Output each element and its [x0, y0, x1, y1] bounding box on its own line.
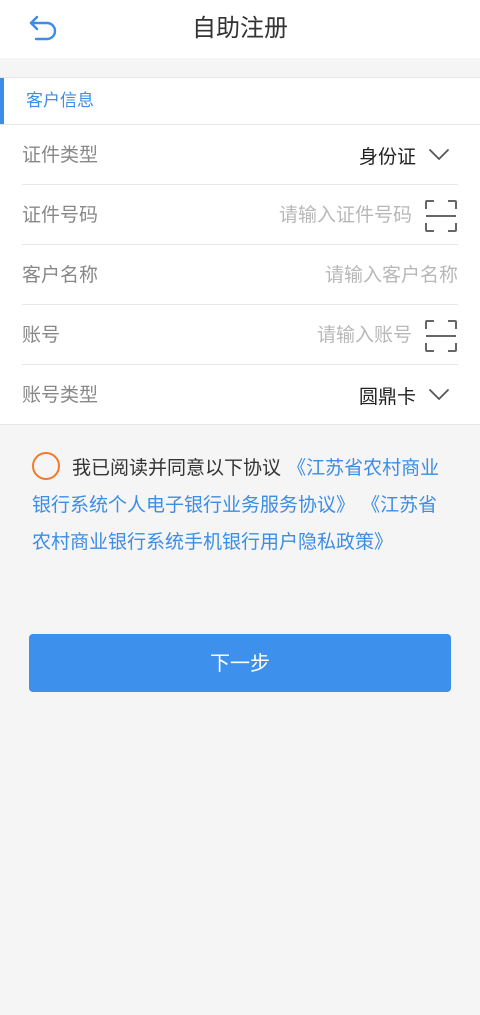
account-type-row[interactable]: 账号类型 圆鼎卡	[22, 365, 458, 425]
id-number-row: 证件号码	[22, 185, 458, 245]
account-type-label: 账号类型	[22, 384, 99, 406]
account-type-select[interactable]: 圆鼎卡	[359, 365, 450, 425]
customer-info-form: 证件类型 身份证 证件号码 客户名称 账号 账号类型 圆鼎卡	[0, 125, 480, 425]
app-header: 自助注册	[0, 0, 480, 58]
chevron-down-icon	[429, 389, 449, 400]
id-type-row[interactable]: 证件类型 身份证	[22, 125, 458, 185]
customer-name-label: 客户名称	[22, 264, 99, 286]
scan-icon[interactable]	[424, 199, 458, 233]
page-title: 自助注册	[192, 14, 288, 42]
section-title: 客户信息	[26, 91, 94, 111]
back-button[interactable]	[24, 10, 64, 46]
account-type-value: 圆鼎卡	[358, 385, 416, 408]
id-number-input[interactable]	[142, 199, 412, 231]
agreement-block: 我已阅读并同意以下协议 《江苏省农村商业银行系统个人电子银行业务服务协议》 《江…	[32, 450, 452, 561]
section-accent-bar	[0, 78, 4, 124]
chevron-down-icon	[429, 149, 449, 160]
id-type-select[interactable]: 身份证	[359, 125, 450, 185]
agreement-radio[interactable]	[32, 452, 60, 480]
id-number-label: 证件号码	[22, 204, 99, 226]
agreement-text: 我已阅读并同意以下协议 《江苏省农村商业银行系统个人电子银行业务服务协议》 《江…	[32, 450, 452, 561]
account-row: 账号	[22, 305, 458, 365]
scan-icon[interactable]	[424, 319, 458, 353]
customer-name-input[interactable]	[142, 259, 458, 291]
account-label: 账号	[22, 324, 61, 346]
id-type-value: 身份证	[358, 145, 416, 168]
id-type-label: 证件类型	[22, 144, 99, 166]
account-input[interactable]	[142, 319, 412, 351]
next-step-button[interactable]: 下一步	[29, 634, 451, 692]
section-header: 客户信息	[0, 77, 480, 125]
customer-name-row: 客户名称	[22, 245, 458, 305]
agreement-prefix: 我已阅读并同意以下协议	[72, 457, 282, 479]
back-arrow-icon	[29, 15, 57, 41]
